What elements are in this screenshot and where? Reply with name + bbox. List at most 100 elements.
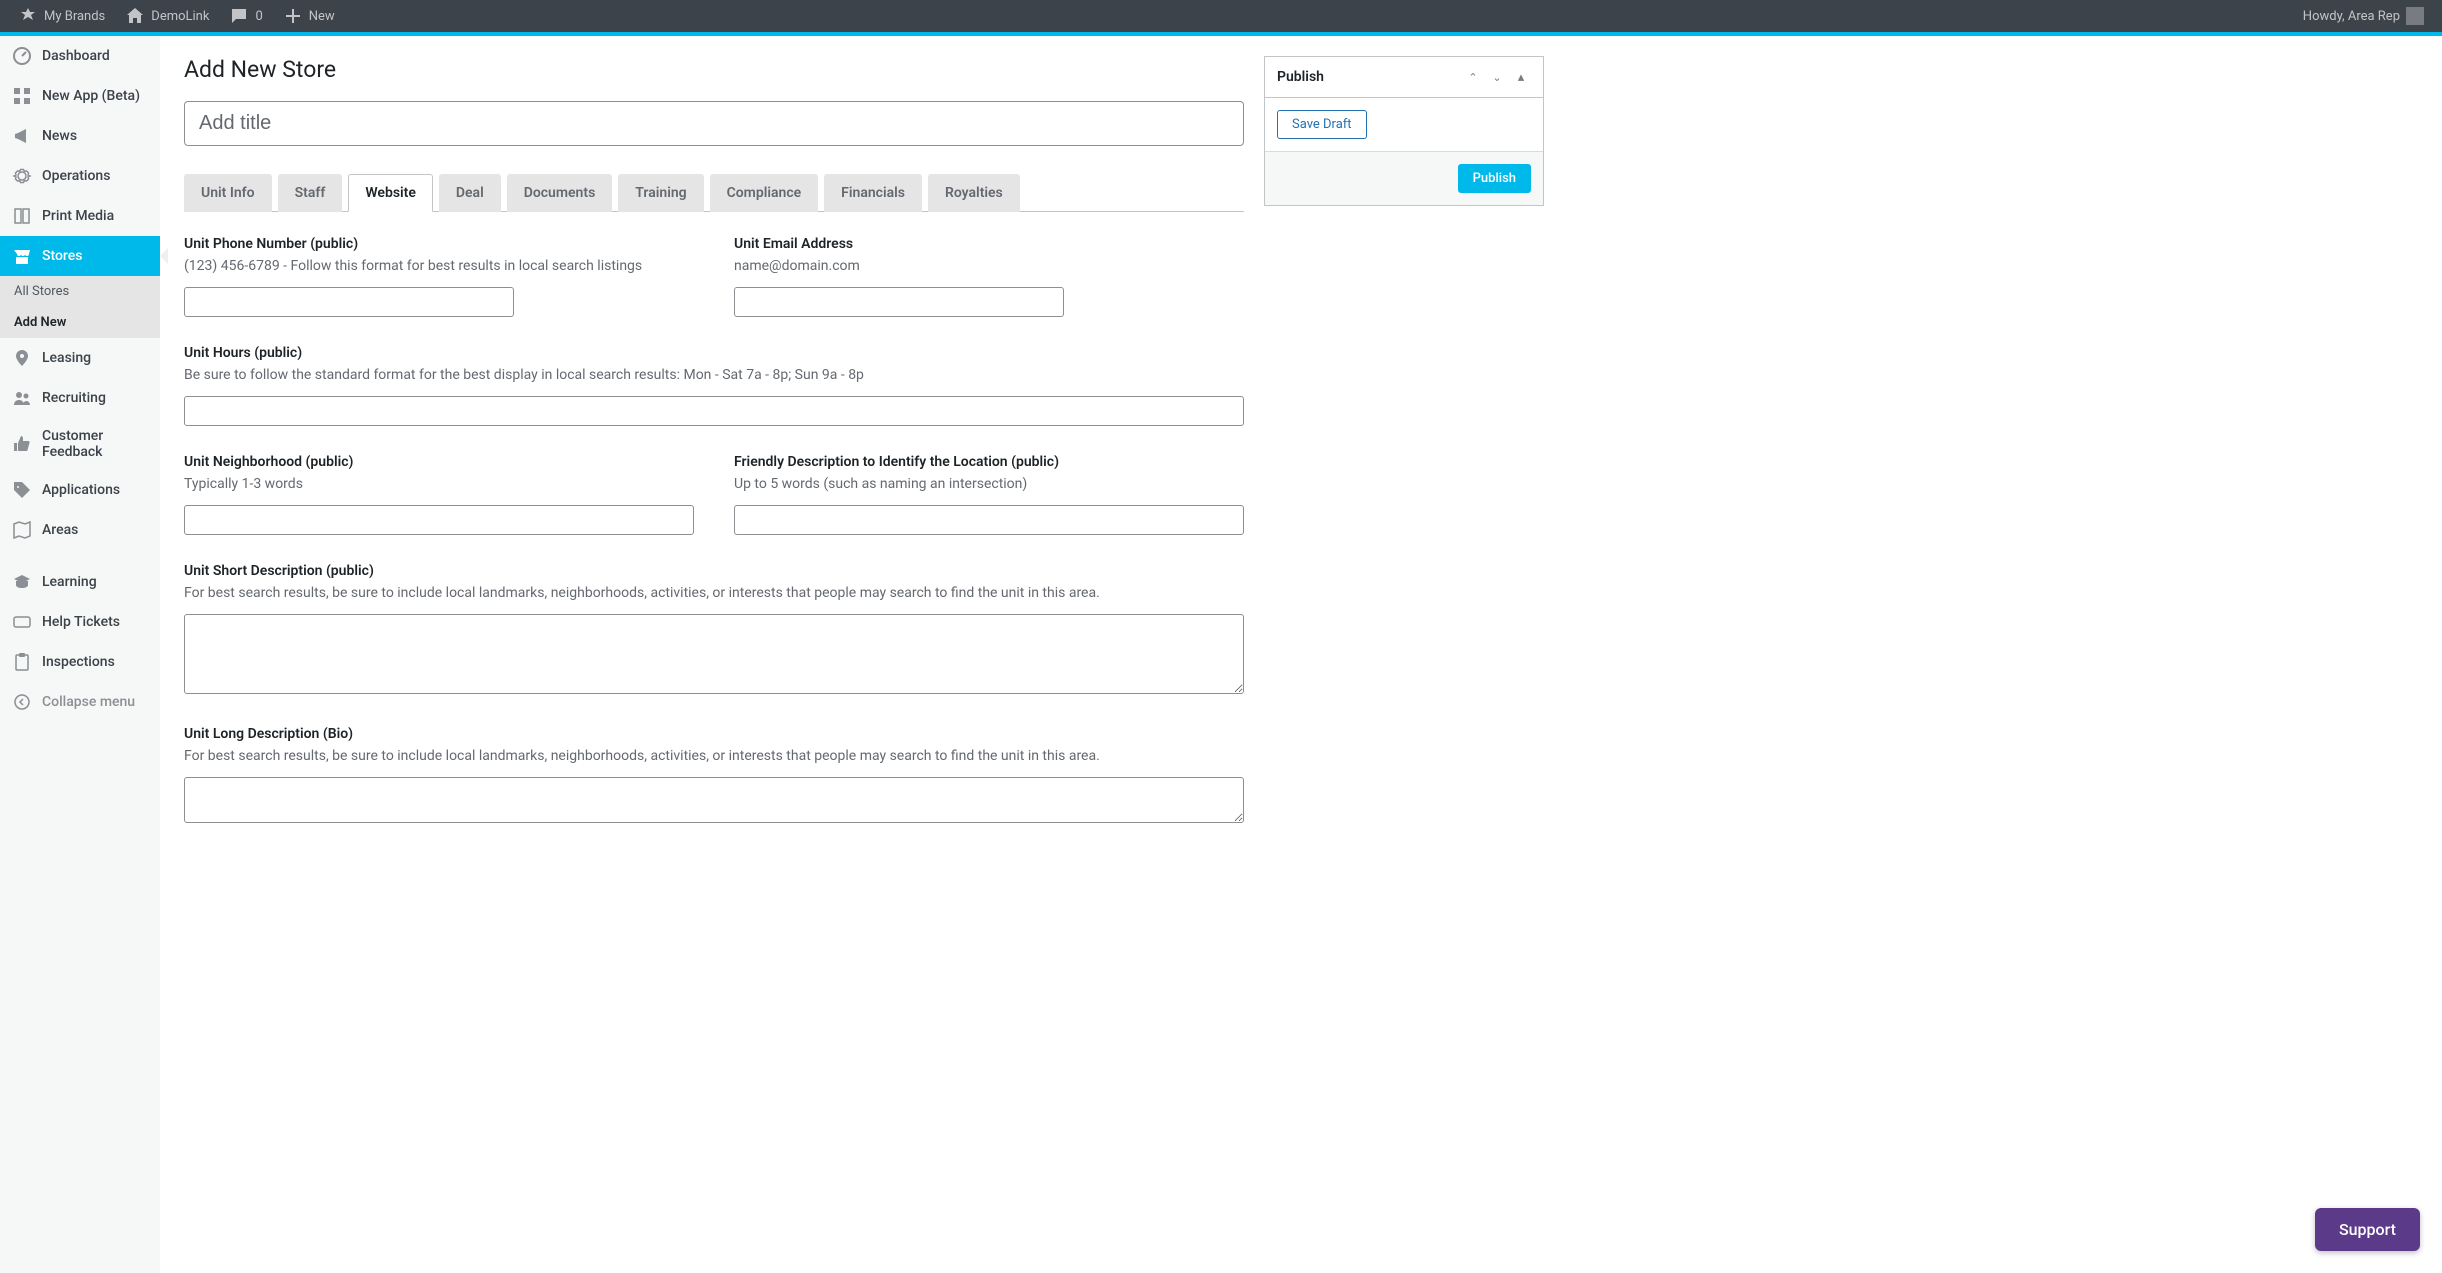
my-brands-label: My Brands <box>44 9 105 24</box>
save-draft-button[interactable]: Save Draft <box>1277 110 1367 139</box>
book-icon <box>12 206 32 226</box>
friendly-input[interactable] <box>734 505 1244 535</box>
store-icon <box>12 246 32 266</box>
tab-financials[interactable]: Financials <box>824 174 922 212</box>
sidebar-item-inspections[interactable]: Inspections <box>0 642 160 682</box>
avatar <box>2406 7 2424 25</box>
tab-documents[interactable]: Documents <box>507 174 613 212</box>
tabs: Unit Info Staff Website Deal Documents T… <box>184 174 1244 212</box>
location-icon <box>12 348 32 368</box>
account-menu[interactable]: Howdy, Area Rep <box>2293 0 2434 32</box>
sidebar-item-learning[interactable]: Learning <box>0 562 160 602</box>
tab-royalties[interactable]: Royalties <box>928 174 1020 212</box>
sidebar-item-label: Learning <box>42 574 97 590</box>
hours-label: Unit Hours (public) <box>184 345 1244 361</box>
sidebar-item-customer-feedback[interactable]: Customer Feedback <box>0 418 160 470</box>
sidebar-item-label: Operations <box>42 168 110 184</box>
email-input[interactable] <box>734 287 1064 317</box>
main-content: Add New Store Unit Info Staff Website De… <box>160 36 2442 1273</box>
sidebar-item-label: Inspections <box>42 654 115 670</box>
sidebar: Dashboard New App (Beta) News Operations… <box>0 36 160 1273</box>
email-hint: name@domain.com <box>734 256 1244 277</box>
sidebar-item-news[interactable]: News <box>0 116 160 156</box>
neighborhood-input[interactable] <box>184 505 694 535</box>
tab-deal[interactable]: Deal <box>439 174 501 212</box>
new-menu[interactable]: New <box>273 0 345 32</box>
comment-icon <box>229 6 249 26</box>
sidebar-item-label: Applications <box>42 482 120 498</box>
sidebar-item-help-tickets[interactable]: Help Tickets <box>0 602 160 642</box>
dashboard-icon <box>12 46 32 66</box>
email-label: Unit Email Address <box>734 236 1244 252</box>
sidebar-item-areas[interactable]: Areas <box>0 510 160 550</box>
my-brands-menu[interactable]: My Brands <box>8 0 115 32</box>
home-icon <box>125 6 145 26</box>
sidebar-item-stores[interactable]: Stores <box>0 236 160 276</box>
sidebar-item-label: News <box>42 128 77 144</box>
support-button[interactable]: Support <box>2315 1208 2420 1251</box>
site-name-label: DemoLink <box>151 9 209 24</box>
neighborhood-label: Unit Neighborhood (public) <box>184 454 694 470</box>
hours-hint: Be sure to follow the standard format fo… <box>184 365 1244 386</box>
sidebar-item-label: Collapse menu <box>42 694 135 710</box>
plus-icon <box>283 6 303 26</box>
phone-hint: (123) 456-6789 - Follow this format for … <box>184 256 694 277</box>
sidebar-item-operations[interactable]: Operations <box>0 156 160 196</box>
submenu-item-add-new[interactable]: Add New <box>0 307 160 338</box>
ticket-icon <box>12 612 32 632</box>
thumbs-up-icon <box>12 434 32 454</box>
tab-compliance[interactable]: Compliance <box>710 174 819 212</box>
people-icon <box>12 388 32 408</box>
greeting-label: Howdy, Area Rep <box>2303 9 2400 24</box>
tab-staff[interactable]: Staff <box>278 174 343 212</box>
short-desc-label: Unit Short Description (public) <box>184 563 1244 579</box>
comments-count: 0 <box>255 9 262 24</box>
sidebar-item-label: Leasing <box>42 350 91 366</box>
publish-button[interactable]: Publish <box>1458 164 1531 193</box>
post-title-input[interactable] <box>184 101 1244 146</box>
sidebar-item-new-app[interactable]: New App (Beta) <box>0 76 160 116</box>
clipboard-icon <box>12 652 32 672</box>
grid-icon <box>12 86 32 106</box>
hours-input[interactable] <box>184 396 1244 426</box>
submenu-item-all-stores[interactable]: All Stores <box>0 276 160 307</box>
tab-website[interactable]: Website <box>348 174 433 212</box>
tab-unit-info[interactable]: Unit Info <box>184 174 272 212</box>
sidebar-item-label: Areas <box>42 522 78 538</box>
neighborhood-hint: Typically 1-3 words <box>184 474 694 495</box>
move-up-icon[interactable]: ⌃ <box>1463 67 1483 87</box>
phone-input[interactable] <box>184 287 514 317</box>
site-menu[interactable]: DemoLink <box>115 0 219 32</box>
phone-label: Unit Phone Number (public) <box>184 236 694 252</box>
sidebar-item-label: Help Tickets <box>42 614 120 630</box>
sidebar-item-print-media[interactable]: Print Media <box>0 196 160 236</box>
long-desc-hint: For best search results, be sure to incl… <box>184 746 1244 767</box>
sidebar-item-label: Stores <box>42 248 82 264</box>
sidebar-item-dashboard[interactable]: Dashboard <box>0 36 160 76</box>
friendly-label: Friendly Description to Identify the Loc… <box>734 454 1244 470</box>
comments-menu[interactable]: 0 <box>219 0 272 32</box>
page-title: Add New Store <box>184 56 1244 83</box>
sidebar-item-label: Print Media <box>42 208 114 224</box>
sidebar-item-label: Recruiting <box>42 390 106 406</box>
map-icon <box>12 520 32 540</box>
graduation-icon <box>12 572 32 592</box>
new-label: New <box>309 9 335 24</box>
toggle-panel-icon[interactable]: ▴ <box>1511 67 1531 87</box>
long-desc-label: Unit Long Description (Bio) <box>184 726 1244 742</box>
megaphone-icon <box>12 126 32 146</box>
move-down-icon[interactable]: ⌄ <box>1487 67 1507 87</box>
tab-training[interactable]: Training <box>618 174 703 212</box>
long-desc-input[interactable] <box>184 777 1244 823</box>
collapse-icon <box>12 692 32 712</box>
friendly-hint: Up to 5 words (such as naming an interse… <box>734 474 1244 495</box>
sidebar-item-recruiting[interactable]: Recruiting <box>0 378 160 418</box>
admin-bar: My Brands DemoLink 0 New Howdy, Area Rep <box>0 0 2442 32</box>
tag-icon <box>12 480 32 500</box>
sidebar-item-applications[interactable]: Applications <box>0 470 160 510</box>
sidebar-item-leasing[interactable]: Leasing <box>0 338 160 378</box>
sidebar-collapse[interactable]: Collapse menu <box>0 682 160 722</box>
gear-icon <box>12 166 32 186</box>
short-desc-input[interactable] <box>184 614 1244 694</box>
short-desc-hint: For best search results, be sure to incl… <box>184 583 1244 604</box>
